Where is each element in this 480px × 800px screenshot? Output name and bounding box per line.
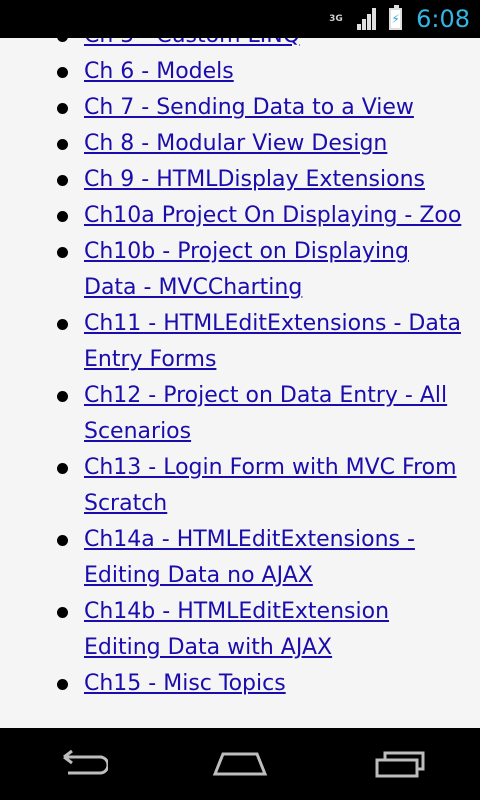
chapter-list-item: Ch10b - Project on Displaying Data - MVC… bbox=[0, 234, 480, 306]
bullet-icon bbox=[57, 463, 68, 474]
chapter-list-item: Ch 7 - Sending Data to a View bbox=[0, 90, 480, 126]
bullet-icon bbox=[57, 139, 68, 150]
bullet-icon bbox=[57, 67, 68, 78]
chapter-link[interactable]: Ch 7 - Sending Data to a View bbox=[84, 95, 414, 120]
home-button[interactable] bbox=[200, 739, 280, 789]
back-button[interactable] bbox=[40, 739, 120, 789]
chapter-list: Ch 5 - Custom LINQ Ch 6 - Models Ch 7 - Se… bbox=[0, 38, 480, 702]
chapter-link[interactable]: Ch10b - Project on Displaying Data - MVC… bbox=[84, 239, 409, 300]
signal-icon bbox=[357, 8, 377, 30]
bullet-icon bbox=[57, 679, 68, 690]
clock: 6:08 bbox=[416, 5, 470, 33]
chapter-list-item: Ch14b - HTMLEditExtension Editing Data w… bbox=[0, 594, 480, 666]
bullet-icon bbox=[57, 38, 68, 42]
back-icon bbox=[63, 749, 108, 775]
bullet-icon bbox=[57, 535, 68, 546]
network-type-label: 3G bbox=[329, 14, 343, 24]
bullet-icon bbox=[57, 103, 68, 114]
chapter-list-item: Ch15 - Misc Topics bbox=[0, 666, 480, 702]
bullet-icon bbox=[57, 247, 68, 258]
chapter-list-item: Ch 6 - Models bbox=[0, 54, 480, 90]
chapter-list-item: Ch 9 - HTMLDisplay Extensions bbox=[0, 162, 480, 198]
chapter-list-item: Ch11 - HTMLEditExtensions - Data Entry F… bbox=[0, 306, 480, 378]
chapter-link[interactable]: Ch14b - HTMLEditExtension Editing Data w… bbox=[84, 599, 389, 660]
web-content[interactable]: Ch 5 - Custom LINQ Ch 6 - Models Ch 7 - Se… bbox=[0, 38, 480, 728]
chapter-link[interactable]: Ch 9 - HTMLDisplay Extensions bbox=[84, 167, 425, 192]
chapter-list-item: Ch 5 - Custom LINQ bbox=[0, 38, 480, 54]
chapter-list-item: Ch12 - Project on Data Entry - All Scena… bbox=[0, 378, 480, 450]
bullet-icon bbox=[57, 391, 68, 402]
chapter-link[interactable]: Ch12 - Project on Data Entry - All Scena… bbox=[84, 383, 447, 444]
chapter-link[interactable]: Ch 6 - Models bbox=[84, 59, 234, 84]
status-bar: 3G ⚡ 6:08 bbox=[0, 0, 480, 38]
bullet-icon bbox=[57, 319, 68, 330]
recent-apps-button[interactable] bbox=[360, 739, 440, 789]
network-indicator: 3G bbox=[329, 8, 389, 30]
chapter-list-item: Ch13 - Login Form with MVC From Scratch bbox=[0, 450, 480, 522]
chapter-link[interactable]: Ch15 - Misc Topics bbox=[84, 671, 286, 696]
navigation-bar bbox=[0, 728, 480, 800]
chapter-link[interactable]: Ch11 - HTMLEditExtensions - Data Entry F… bbox=[84, 311, 461, 372]
status-icons: 3G ⚡ 6:08 bbox=[329, 0, 470, 38]
home-icon bbox=[212, 752, 268, 776]
chapter-link[interactable]: Ch 5 - Custom LINQ bbox=[84, 38, 300, 48]
bullet-icon bbox=[57, 607, 68, 618]
chapter-list-item: Ch 8 - Modular View Design bbox=[0, 126, 480, 162]
chapter-list-item: Ch14a - HTMLEditExtensions - Editing Dat… bbox=[0, 522, 480, 594]
chapter-link[interactable]: Ch14a - HTMLEditExtensions - Editing Dat… bbox=[84, 527, 415, 588]
chapter-link[interactable]: Ch 8 - Modular View Design bbox=[84, 131, 387, 156]
chapter-link[interactable]: Ch13 - Login Form with MVC From Scratch bbox=[84, 455, 457, 516]
bullet-icon bbox=[57, 211, 68, 222]
bullet-icon bbox=[57, 175, 68, 186]
battery-charging-icon: ⚡ bbox=[389, 5, 403, 30]
chapter-link[interactable]: Ch10a Project On Displaying - Zoo bbox=[84, 203, 461, 228]
chapter-list-item: Ch10a Project On Displaying - Zoo bbox=[0, 198, 480, 234]
recent-apps-icon bbox=[375, 751, 425, 778]
